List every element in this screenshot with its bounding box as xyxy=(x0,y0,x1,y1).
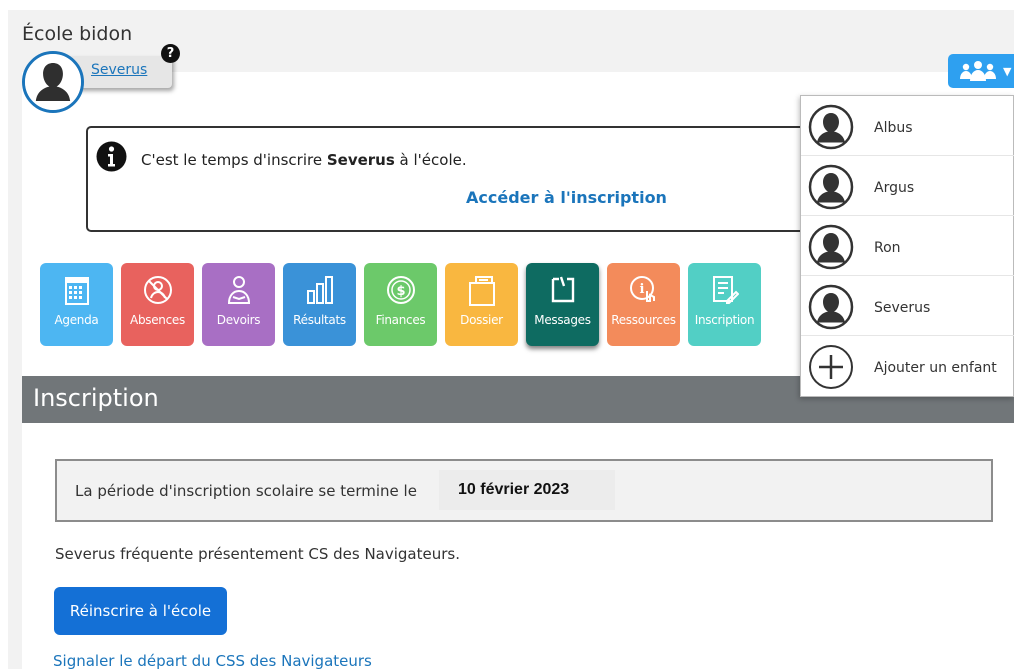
info-icon xyxy=(96,141,127,172)
svg-text:$: $ xyxy=(396,284,405,299)
tile-ressources[interactable]: i Ressources xyxy=(607,263,680,346)
reenroll-button[interactable]: Réinscrire à l'école xyxy=(54,587,227,635)
student-avatar[interactable] xyxy=(22,51,84,113)
enrollment-deadline: 10 février 2023 xyxy=(439,470,615,510)
children-switcher-button[interactable]: ▼ xyxy=(948,54,1014,88)
access-enrollment-link[interactable]: Accéder à l'inscription xyxy=(466,188,667,207)
tile-label: Dossier xyxy=(460,313,503,327)
child-item-ron[interactable]: Ron xyxy=(801,216,1014,276)
tile-inscription[interactable]: Inscription xyxy=(688,263,761,346)
tile-label: Finances xyxy=(375,313,426,327)
tile-label: Absences xyxy=(130,313,185,327)
person-avatar-icon xyxy=(808,104,854,150)
tile-resultats[interactable]: Résultats xyxy=(283,263,356,346)
help-icon[interactable]: ? xyxy=(161,44,180,63)
homework-icon xyxy=(227,276,250,304)
resources-icon: i xyxy=(629,276,655,302)
note-icon xyxy=(551,276,574,303)
tile-label: Messages xyxy=(534,313,591,327)
absences-icon xyxy=(143,276,172,304)
tile-devoirs[interactable]: Devoirs xyxy=(202,263,275,346)
family-icon xyxy=(960,61,996,81)
child-name: Ron xyxy=(874,240,901,256)
notice-text-after: à l'école. xyxy=(394,151,467,169)
bar-chart-icon xyxy=(306,276,333,304)
child-item-severus[interactable]: Severus xyxy=(801,276,1014,336)
report-departure-link[interactable]: Signaler le départ du CSS des Navigateur… xyxy=(53,652,372,670)
left-gutter xyxy=(8,72,22,669)
plus-icon xyxy=(809,345,853,389)
dollar-icon: $ xyxy=(386,276,415,304)
page: École bidon Severus ? C'est le temps d'i… xyxy=(0,0,1014,670)
add-child-item[interactable]: Ajouter un enfant xyxy=(801,336,1014,396)
section-title: Inscription xyxy=(33,384,159,412)
child-item-argus[interactable]: Argus xyxy=(801,156,1014,216)
add-child-label: Ajouter un enfant xyxy=(874,360,997,376)
tile-dossier[interactable]: Dossier xyxy=(445,263,518,346)
notice-message: C'est le temps d'inscrire Severus à l'éc… xyxy=(141,151,467,169)
child-name: Severus xyxy=(874,300,931,316)
child-item-albus[interactable]: Albus xyxy=(801,96,1014,156)
svg-text:i: i xyxy=(639,282,644,297)
child-name: Albus xyxy=(874,120,913,136)
chevron-down-icon: ▼ xyxy=(1003,65,1012,78)
child-name: Argus xyxy=(874,180,915,196)
enrollment-notice xyxy=(86,126,810,232)
tile-label: Ressources xyxy=(611,313,676,327)
tile-label: Agenda xyxy=(54,313,99,327)
person-avatar-icon xyxy=(808,164,854,210)
notice-text-before: C'est le temps d'inscrire xyxy=(141,151,327,169)
tile-absences[interactable]: Absences xyxy=(121,263,194,346)
attendance-text: Severus fréquente présentement CS des Na… xyxy=(55,545,460,563)
tile-messages[interactable]: Messages xyxy=(526,263,599,346)
person-silhouette-icon xyxy=(25,54,81,110)
tile-label: Devoirs xyxy=(216,313,261,327)
calendar-icon xyxy=(64,277,89,305)
school-name: École bidon xyxy=(22,23,133,45)
tile-label: Résultats xyxy=(293,313,346,327)
student-name-link[interactable]: Severus xyxy=(91,62,147,78)
tile-finances[interactable]: $ Finances xyxy=(364,263,437,346)
person-avatar-icon xyxy=(808,284,854,330)
enrollment-period-text: La période d'inscription scolaire se ter… xyxy=(75,482,417,500)
person-avatar-icon xyxy=(808,224,854,270)
enrollment-deadline-date: 10 février 2023 xyxy=(458,481,570,498)
tile-label: Inscription xyxy=(694,313,755,327)
tile-agenda[interactable]: Agenda xyxy=(40,263,113,346)
form-icon xyxy=(712,276,739,304)
folder-icon xyxy=(468,276,495,306)
notice-student-name: Severus xyxy=(326,151,395,169)
children-dropdown: Albus Argus Ron Severus Ajouter un enfan… xyxy=(800,95,1014,397)
